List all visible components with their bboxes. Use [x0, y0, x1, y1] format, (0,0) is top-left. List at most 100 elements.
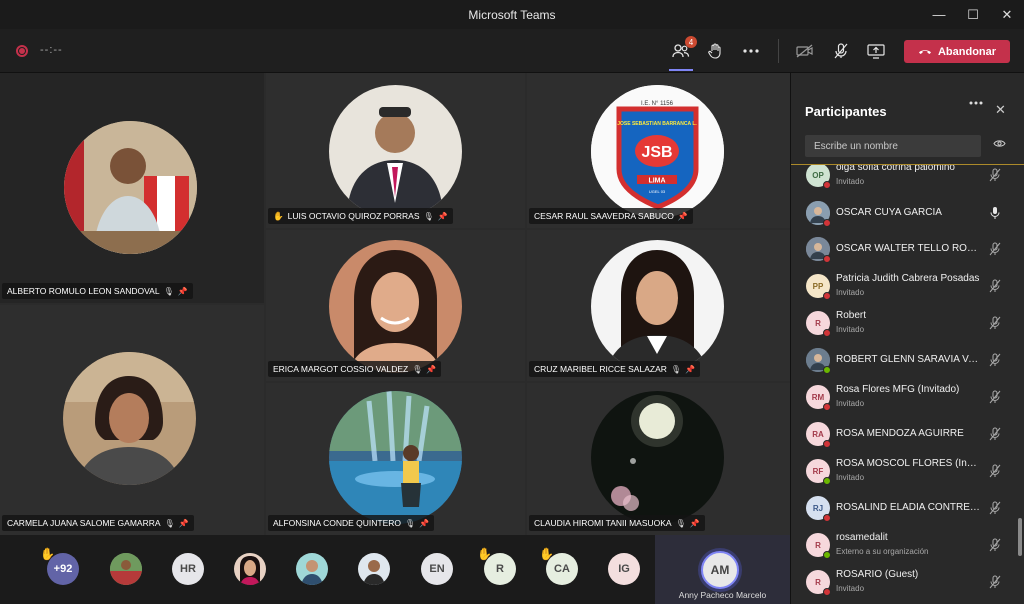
participant-avatar[interactable]: CA [546, 553, 578, 585]
participant-row[interactable]: RM Rosa Flores MFG (Invitado) Invitado [791, 379, 1024, 415]
panel-title: Participantes [805, 104, 887, 119]
minimize-button[interactable]: — [922, 0, 956, 29]
participant-nameplate: CLAUDIA HIROMI TANII MASUOKA 🎙 📌 [529, 515, 705, 531]
video-tile[interactable]: JSB I.E. N° 1156 JOSE SEBASTIAN BARRANCA… [527, 73, 790, 228]
participant-row[interactable]: R Robert Invitado [791, 305, 1024, 341]
presence-status-icon [823, 255, 831, 263]
mic-off-icon[interactable] [989, 464, 1001, 478]
participant-row[interactable]: RA ROSA MENDOZA AGUIRRE [791, 416, 1024, 452]
participant-nameplate: ERICA MARGOT COSSIO VALDEZ 🎙 📌 [268, 361, 442, 377]
raise-hand-button[interactable] [702, 39, 728, 63]
participant-nameplate: CARMELA JUANA SALOME GAMARRA 🎙 📌 [2, 515, 194, 531]
participant-photo [591, 391, 724, 524]
participant-role: Invitado [836, 288, 865, 297]
participant-avatar[interactable]: HR [172, 553, 204, 585]
participant-role: Invitado [836, 325, 865, 334]
participant-row[interactable]: OSCAR WALTER TELLO RODRIGUEZ [791, 231, 1024, 267]
pin-icon: 📌 [437, 211, 448, 221]
leave-meeting-button[interactable]: Abandonar [904, 40, 1010, 63]
video-tile[interactable]: ✋ LUIS OCTAVIO QUIROZ PORRAS 🎙 📌 [266, 73, 525, 228]
participant-avatar[interactable]: EN [421, 553, 453, 585]
maximize-button[interactable]: ☐ [956, 0, 990, 29]
more-actions-button[interactable] [738, 39, 764, 63]
mic-toggle-button[interactable] [828, 39, 854, 63]
video-tile[interactable]: CARMELA JUANA SALOME GAMARRA 🎙 📌 [0, 305, 264, 535]
presence-status-icon [823, 514, 831, 522]
participant-name: ROBERT GLENN SARAVIA VALENCIA [836, 354, 981, 365]
participant-name: OSCAR CUYA GARCIA [836, 207, 942, 218]
presence-status-icon [823, 440, 831, 448]
participant-avatar[interactable]: IG [608, 553, 640, 585]
video-tile[interactable]: CLAUDIA HIROMI TANII MASUOKA 🎙 📌 [527, 383, 790, 535]
mic-off-icon[interactable] [989, 390, 1001, 404]
participant-row[interactable]: PP Patricia Judith Cabrera Posadas Invitad… [791, 268, 1024, 304]
participant-name: Rosa Flores MFG (Invitado) [836, 384, 960, 395]
mic-off-icon[interactable] [989, 353, 1001, 367]
participant-nameplate: CRUZ MARIBEL RICCE SALAZAR 🎙 📌 [529, 361, 700, 377]
eye-icon [993, 140, 1006, 147]
participant-avatar[interactable] [358, 553, 390, 585]
share-screen-icon [867, 43, 885, 59]
participant-role: Invitado [836, 584, 865, 593]
participant-strip: ✋ +92 HR EN ✋ R ✋ CA IG AM Anny Pacheco … [0, 535, 790, 604]
active-speaker-avatar: AM [701, 551, 739, 589]
mic-off-icon[interactable] [989, 501, 1001, 515]
participant-row[interactable]: ROBERT GLENN SARAVIA VALENCIA [791, 342, 1024, 378]
close-window-button[interactable]: ✕ [990, 0, 1024, 29]
mic-off-icon: 🎙 [675, 518, 686, 528]
video-tile[interactable]: ERICA MARGOT COSSIO VALDEZ 🎙 📌 [266, 230, 525, 381]
logo-sub-text: UGEL 03 [649, 189, 666, 194]
panel-close-button[interactable]: ✕ [995, 102, 1006, 118]
presence-status-icon [823, 366, 831, 374]
video-tile[interactable]: ALFONSINA CONDE QUINTERO 🎙 📌 [266, 383, 525, 535]
presence-status-icon [823, 551, 831, 559]
participant-name: olga sofia cotrina palomino [836, 164, 955, 173]
participant-role: Invitado [836, 177, 865, 186]
participant-row[interactable]: OP olga sofia cotrina palomino Invitado [791, 164, 1024, 193]
participant-name: ROSA MENDOZA AGUIRRE [836, 428, 964, 439]
logo-city-text: LIMA [648, 178, 665, 185]
participant-photo [591, 240, 724, 373]
participant-avatar[interactable]: R [484, 553, 516, 585]
window-controls: — ☐ ✕ [922, 0, 1024, 29]
participant-photo [63, 352, 196, 485]
participant-row[interactable]: RJ ROSALIND ELADIA CONTRERAS [791, 490, 1024, 526]
participant-avatar[interactable] [234, 553, 266, 585]
overflow-count[interactable]: +92 [47, 553, 79, 585]
video-tile[interactable]: CRUZ MARIBEL RICCE SALAZAR 🎙 📌 [527, 230, 790, 381]
mic-off-icon[interactable] [989, 427, 1001, 441]
camera-toggle-button[interactable] [792, 39, 818, 63]
more-icon [743, 49, 759, 53]
mic-off-icon[interactable] [989, 316, 1001, 330]
participant-avatar[interactable] [296, 553, 328, 585]
view-toggle-button[interactable] [993, 139, 1006, 148]
pin-icon: 📌 [677, 211, 688, 221]
participant-row[interactable]: Rrosamedalit Externo a su organización [791, 527, 1024, 563]
pin-icon: 📌 [177, 286, 188, 296]
mic-off-icon[interactable] [989, 279, 1001, 293]
meeting-toolbar: --:-- 4 Abandonar [0, 29, 1024, 73]
participant-search-input[interactable]: Escribe un nombre [805, 135, 981, 157]
mic-on-icon[interactable] [989, 206, 1001, 220]
mic-off-icon[interactable] [989, 168, 1001, 182]
mic-off-icon[interactable] [989, 575, 1001, 589]
video-tile[interactable]: ALBERTO ROMULO LEON SANDOVAL 🎙 📌 [0, 73, 264, 303]
panel-more-button[interactable] [969, 101, 983, 105]
title-bar: Microsoft Teams — ☐ ✕ [0, 0, 1024, 29]
mic-off-icon[interactable] [989, 242, 1001, 256]
window-title: Microsoft Teams [468, 7, 556, 22]
participant-nameplate: ALBERTO ROMULO LEON SANDOVAL 🎙 📌 [2, 283, 193, 299]
mic-off-icon: 🎙 [164, 518, 175, 528]
show-participants-button[interactable]: 4 [668, 36, 697, 63]
participant-row[interactable]: R ROSARIO (Guest) Invitado [791, 564, 1024, 600]
share-screen-button[interactable] [863, 39, 889, 63]
participant-row[interactable]: RF ROSA MOSCOL FLORES (Invitado) Invitado [791, 453, 1024, 489]
participant-avatar[interactable] [110, 553, 142, 585]
mic-off-icon[interactable] [989, 538, 1001, 552]
participant-list-scrollbar[interactable] [1018, 518, 1022, 556]
presence-status-icon [823, 588, 831, 596]
presence-status-icon [823, 477, 831, 485]
participant-row[interactable]: OSCAR CUYA GARCIA [791, 195, 1024, 231]
active-speaker-tile[interactable]: AM Anny Pacheco Marcelo [655, 535, 790, 604]
participant-list: OP olga sofia cotrina palomino Invitado OSC… [791, 164, 1024, 604]
